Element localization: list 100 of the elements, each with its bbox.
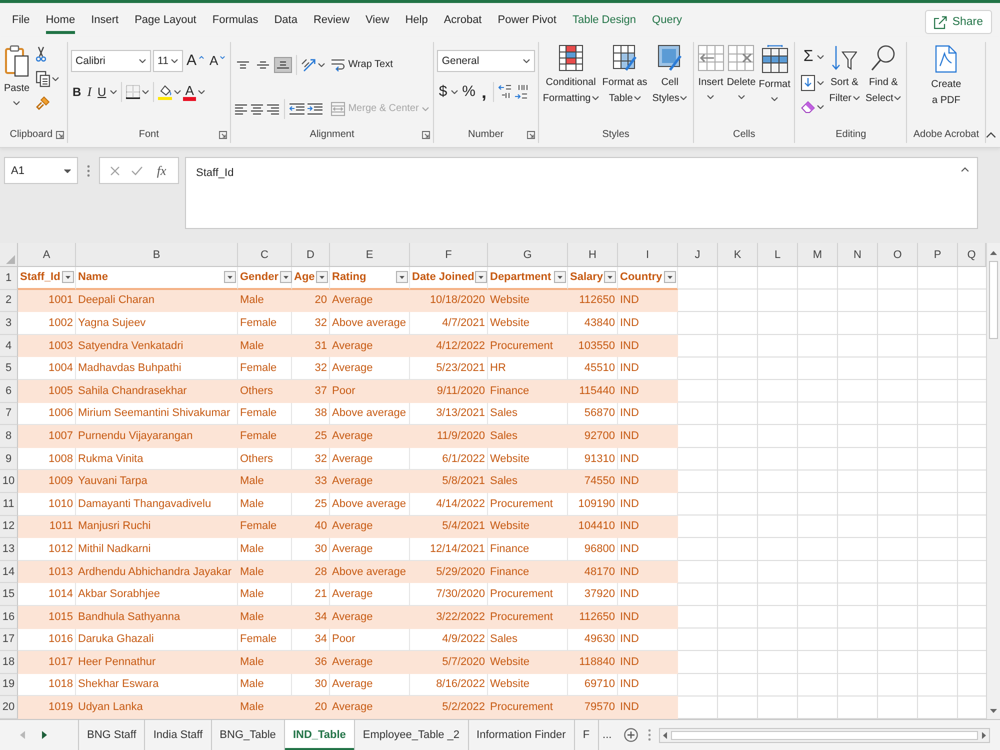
ribbon-tab[interactable]: Review xyxy=(305,3,358,37)
row-number[interactable]: 16 xyxy=(0,606,18,628)
dialog-launcher-icon[interactable] xyxy=(422,130,430,138)
row-number[interactable]: 11 xyxy=(0,492,18,516)
dialog-launcher-icon[interactable] xyxy=(219,130,228,138)
column-letter[interactable]: N xyxy=(838,243,878,266)
caret-down-icon[interactable] xyxy=(174,90,182,94)
vertical-dots-icon[interactable] xyxy=(648,729,651,741)
format-as-table-button[interactable]: Format as Table xyxy=(600,42,649,107)
ribbon-tab[interactable]: Insert xyxy=(83,3,127,37)
up-arrow-icon[interactable] xyxy=(990,251,997,255)
column-letter[interactable]: E xyxy=(330,243,410,266)
caret-down-icon[interactable] xyxy=(451,90,458,94)
filter-dropdown-icon[interactable] xyxy=(396,271,408,284)
cell-styles-button[interactable]: Cell Styles xyxy=(650,42,690,107)
scrollbar-thumb[interactable] xyxy=(989,261,998,339)
row-number[interactable]: 9 xyxy=(0,448,18,470)
column-letter[interactable]: I xyxy=(618,243,678,266)
align-left-icon[interactable] xyxy=(234,104,248,114)
ribbon-tab[interactable]: Page Layout xyxy=(126,3,204,37)
insert-cells-button[interactable]: Insert xyxy=(696,42,725,99)
caret-down-icon[interactable] xyxy=(142,90,150,94)
sheet-tab[interactable]: Information Finder xyxy=(468,720,575,750)
left-arrow-icon[interactable] xyxy=(662,732,667,738)
column-letter[interactable]: H xyxy=(568,243,618,266)
paste-button[interactable]: Paste xyxy=(3,42,31,105)
check-icon[interactable] xyxy=(131,166,144,176)
sheet-tab[interactable]: India Staff xyxy=(145,720,212,750)
font-size-field[interactable]: 11 xyxy=(152,50,183,72)
column-letter[interactable]: F xyxy=(410,243,488,266)
column-letter[interactable]: L xyxy=(758,243,798,266)
caret-down-icon[interactable] xyxy=(318,63,326,67)
add-sheet-icon[interactable] xyxy=(624,728,638,742)
filter-dropdown-icon[interactable] xyxy=(475,271,488,284)
caret-down-icon[interactable] xyxy=(110,90,118,94)
caret-up-icon[interactable] xyxy=(986,132,996,138)
row-number[interactable]: 6 xyxy=(0,380,18,403)
caret-up-icon[interactable] xyxy=(961,167,969,172)
right-arrow-icon[interactable] xyxy=(42,731,47,739)
share-button[interactable]: Share xyxy=(925,10,992,34)
row-number[interactable]: 5 xyxy=(0,357,18,380)
name-box[interactable]: A1 xyxy=(4,157,78,184)
eraser-icon[interactable] xyxy=(801,101,816,113)
ribbon-tab[interactable]: File xyxy=(4,3,38,37)
number-format-field[interactable]: General xyxy=(436,50,535,72)
column-letter[interactable]: J xyxy=(678,243,718,266)
sheet-tab[interactable]: BNG Staff xyxy=(78,720,146,750)
sheet-tab[interactable]: IND_Table xyxy=(284,720,355,750)
ribbon-tab[interactable]: Formulas xyxy=(204,3,266,37)
dialog-launcher-icon[interactable] xyxy=(526,130,535,138)
more-sheets-button[interactable]: ... xyxy=(598,720,616,750)
right-arrow-icon[interactable] xyxy=(982,732,986,738)
sheet-tab[interactable]: F xyxy=(574,720,599,750)
font-name-field[interactable]: Calibri xyxy=(70,50,151,72)
conditional-formatting-button[interactable]: Conditional Formatting xyxy=(542,42,600,107)
autosum-button[interactable]: Σ xyxy=(801,48,816,65)
decrease-indent-icon[interactable] xyxy=(289,103,306,115)
filter-dropdown-icon[interactable] xyxy=(280,271,292,284)
increase-decimal-icon[interactable] xyxy=(514,84,528,100)
column-letter[interactable]: B xyxy=(76,243,238,266)
ribbon-tab[interactable]: Data xyxy=(266,3,306,37)
column-letter[interactable]: K xyxy=(718,243,758,266)
ribbon-tab[interactable]: Table Design xyxy=(564,3,644,37)
ribbon-tab[interactable]: View xyxy=(358,3,398,37)
sheet-tab[interactable]: Employee_Table _2 xyxy=(354,720,469,750)
ribbon-tab[interactable]: Power Pivot xyxy=(490,3,564,37)
row-number[interactable]: 14 xyxy=(0,560,18,584)
ribbon-tab[interactable]: Query xyxy=(644,3,690,37)
fill-down-icon[interactable] xyxy=(801,75,816,91)
row-number[interactable]: 13 xyxy=(0,538,18,561)
filter-dropdown-icon[interactable] xyxy=(554,271,566,284)
bold-button[interactable]: B xyxy=(70,83,84,101)
filter-dropdown-icon[interactable] xyxy=(316,271,328,284)
find-select-button[interactable]: Find & Select xyxy=(863,42,904,107)
row-number[interactable]: 8 xyxy=(0,425,18,448)
row-number[interactable]: 12 xyxy=(0,516,18,538)
filter-dropdown-icon[interactable] xyxy=(604,271,616,284)
borders-icon[interactable] xyxy=(126,85,140,99)
row-number[interactable]: 3 xyxy=(0,312,18,335)
insert-function-button[interactable]: fx xyxy=(154,162,168,178)
vertical-scrollbar[interactable] xyxy=(986,243,1000,719)
format-cells-button[interactable]: Format xyxy=(758,42,792,101)
italic-button[interactable]: I xyxy=(85,83,94,101)
row-number[interactable]: 15 xyxy=(0,583,18,606)
row-number[interactable]: 1 xyxy=(0,267,18,290)
caret-down-icon[interactable] xyxy=(198,90,205,94)
row-number[interactable]: 20 xyxy=(0,696,18,719)
fill-bucket-icon[interactable] xyxy=(158,84,172,100)
column-letter[interactable]: C xyxy=(238,243,292,266)
copy-icon[interactable] xyxy=(36,71,50,87)
scrollbar-thumb[interactable] xyxy=(670,730,978,740)
formula-input[interactable]: Staff_Id xyxy=(185,157,978,229)
decrease-decimal-icon[interactable] xyxy=(498,84,512,100)
column-letter[interactable]: D xyxy=(292,243,330,266)
vertical-dots-icon[interactable] xyxy=(87,165,90,177)
align-center-icon[interactable] xyxy=(250,104,264,114)
row-number[interactable]: 4 xyxy=(0,334,18,358)
increase-indent-icon[interactable] xyxy=(307,103,324,115)
horizontal-scrollbar[interactable] xyxy=(658,728,990,742)
row-number[interactable]: 17 xyxy=(0,628,18,652)
